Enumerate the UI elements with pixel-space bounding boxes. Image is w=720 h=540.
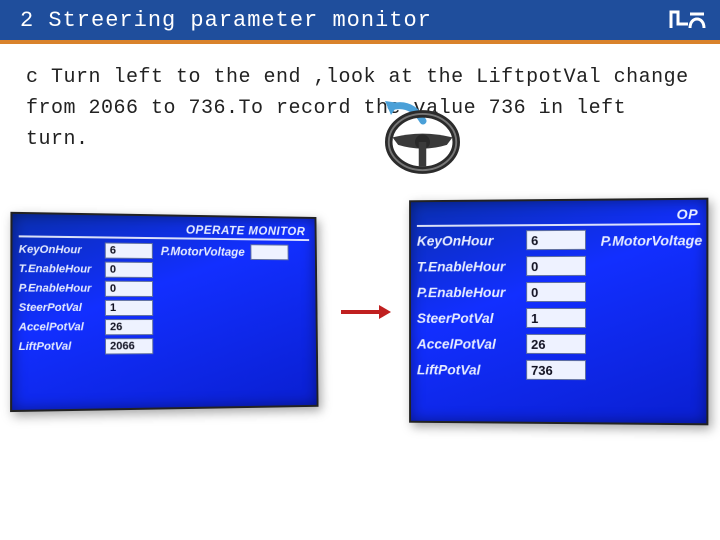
monitor-title: OPERATE MONITOR: [186, 223, 306, 238]
param-value: 26: [526, 334, 586, 354]
monitor-title-partial: OP: [677, 206, 699, 222]
param-value: 2066: [105, 338, 153, 354]
param-row: AccelPotVal 26: [417, 334, 586, 354]
monitor-before: OPERATE MONITOR KeyOnHour 6 T.EnableHour…: [10, 212, 318, 412]
brand-logo: [666, 6, 706, 34]
param-value: 0: [526, 282, 586, 302]
param-label: P.MotorVoltage: [601, 232, 703, 249]
param-label: LiftPotVal: [19, 340, 99, 353]
param-row: SteerPotVal 1: [19, 300, 154, 316]
param-row: T.EnableHour 0: [417, 256, 586, 277]
param-row: P.EnableHour 0: [19, 280, 153, 297]
param-label: SteerPotVal: [417, 310, 520, 326]
param-value: 26: [105, 319, 153, 335]
page-header: 2 Streering parameter monitor: [0, 0, 720, 44]
param-label: KeyOnHour: [19, 243, 99, 256]
param-value-blank: [250, 244, 288, 260]
param-row: KeyOnHour 6: [417, 230, 586, 251]
param-row: P.EnableHour 0: [417, 282, 586, 302]
steering-wheel-icon: [385, 109, 460, 175]
param-label: P.MotorVoltage: [161, 244, 245, 259]
param-value: 1: [526, 308, 586, 328]
param-row: KeyOnHour 6: [19, 241, 153, 259]
param-label: P.EnableHour: [19, 282, 99, 295]
param-row: LiftPotVal 2066: [19, 338, 154, 355]
page-title: 2 Streering parameter monitor: [20, 8, 432, 33]
param-value: 1: [105, 300, 153, 316]
param-value: 6: [105, 242, 153, 259]
param-label: SteerPotVal: [19, 302, 99, 314]
arrow-right-icon: [341, 308, 389, 316]
param-label: T.EnableHour: [19, 263, 99, 276]
param-value: 6: [526, 230, 586, 250]
param-row: SteerPotVal 1: [417, 308, 586, 328]
param-value: 0: [526, 256, 586, 276]
param-value: 0: [105, 262, 153, 278]
param-row: LiftPotVal 736: [417, 359, 586, 380]
param-row-side: P.MotorVoltage: [161, 243, 289, 260]
monitor-comparison-row: OPERATE MONITOR KeyOnHour 6 T.EnableHour…: [0, 199, 720, 424]
param-label: P.EnableHour: [417, 284, 520, 300]
param-label: AccelPotVal: [19, 321, 99, 333]
param-label: T.EnableHour: [417, 258, 520, 274]
monitor-after: OP KeyOnHour 6 T.EnableHour 0 P.EnableHo…: [409, 198, 708, 426]
param-row: T.EnableHour 0: [19, 261, 153, 278]
param-value: 736: [526, 360, 586, 380]
param-label: KeyOnHour: [417, 232, 520, 248]
param-label: LiftPotVal: [417, 361, 520, 377]
param-label: AccelPotVal: [417, 336, 520, 352]
param-value: 0: [105, 281, 153, 297]
param-row: AccelPotVal 26: [19, 319, 154, 336]
